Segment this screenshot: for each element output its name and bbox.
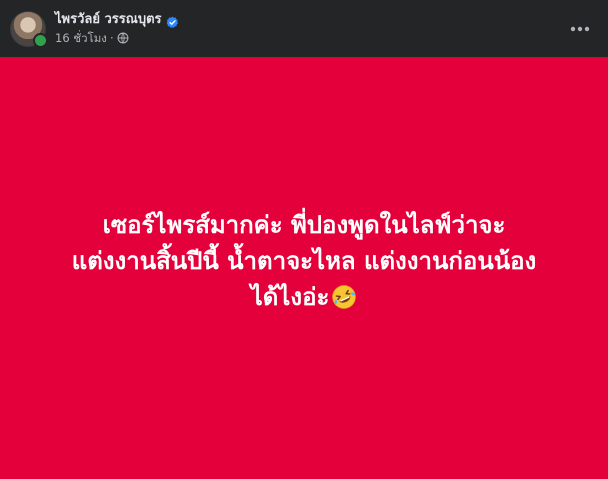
facebook-post: ไพรวัลย์ วรรณบุตร 16 ชั่วโมง · เซอร์ไพรส… bbox=[0, 0, 608, 479]
ellipsis-icon bbox=[570, 26, 590, 32]
verified-badge-icon bbox=[166, 14, 179, 28]
rolling-on-floor-laughing-emoji-icon bbox=[331, 284, 357, 310]
author-row: ไพรวัลย์ วรรณบุตร bbox=[55, 12, 179, 28]
post-message-line: เซอร์ไพรส์มากค่ะ พี่ปองพูดในไลฟ์ว่าจะ bbox=[102, 211, 506, 239]
post-options-button[interactable] bbox=[568, 17, 592, 41]
author-avatar[interactable] bbox=[10, 11, 48, 48]
post-header: ไพรวัลย์ วรรณบุตร 16 ชั่วโมง · bbox=[0, 0, 608, 57]
author-name-link[interactable]: ไพรวัลย์ วรรณบุตร bbox=[55, 12, 162, 28]
post-message-line: ได้ไงอ่ะ bbox=[250, 283, 330, 311]
online-status-icon bbox=[33, 33, 48, 48]
post-meta: 16 ชั่วโมง · bbox=[55, 31, 129, 45]
post-message: เซอร์ไพรส์มากค่ะ พี่ปองพูดในไลฟ์ว่าจะ แต… bbox=[44, 207, 564, 315]
post-timestamp-link[interactable]: 16 ชั่วโมง bbox=[55, 31, 107, 45]
meta-separator: · bbox=[109, 31, 114, 45]
post-message-line-last: ได้ไงอ่ะ bbox=[44, 279, 564, 315]
globe-icon[interactable] bbox=[117, 32, 129, 44]
post-message-line: แต่งงานสิ้นปีนี้ น้ำตาจะไหล แต่งงานก่อนน… bbox=[71, 247, 537, 275]
post-background-text: เซอร์ไพรส์มากค่ะ พี่ปองพูดในไลฟ์ว่าจะ แต… bbox=[0, 57, 608, 479]
